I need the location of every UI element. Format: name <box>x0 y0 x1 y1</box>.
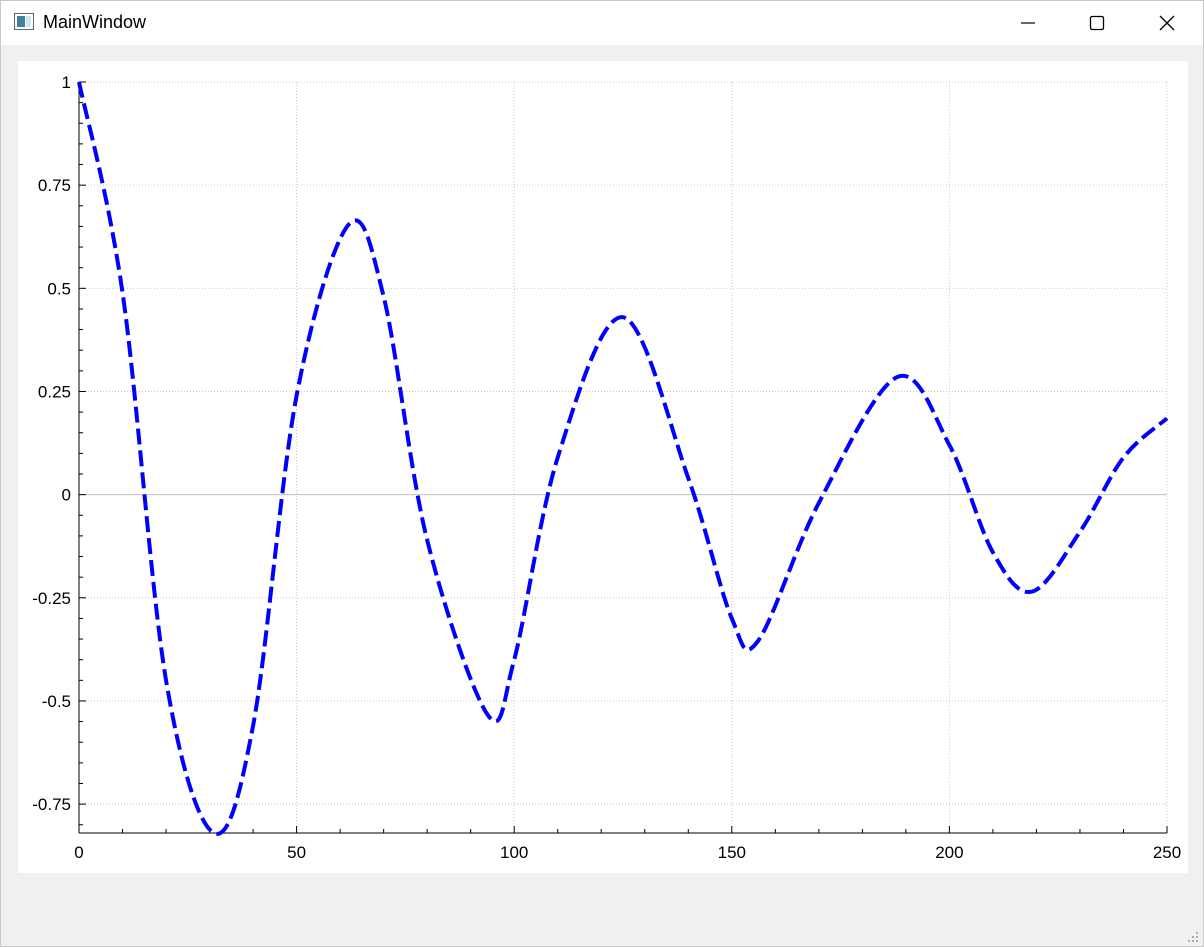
app-window-icon <box>14 13 34 30</box>
maximize-button[interactable] <box>1074 1 1120 45</box>
x-tick-label: 250 <box>1153 843 1181 862</box>
line-chart[interactable]: 0 50 100 150 200 250 1 0.75 0.5 0.25 0 -0.25 -0.5 -0.… <box>18 61 1188 873</box>
title-bar[interactable]: MainWindow <box>1 1 1203 45</box>
y-tick-label: 0.75 <box>38 176 71 195</box>
maximize-icon <box>1089 15 1105 31</box>
minimize-icon <box>1021 22 1035 24</box>
minimize-button[interactable] <box>1005 1 1051 45</box>
plot-panel[interactable]: 0 50 100 150 200 250 1 0.75 0.5 0.25 0 -0.25 -0.5 -0.… <box>18 61 1188 873</box>
y-tick-label: -0.75 <box>32 795 71 814</box>
x-tick-label: 150 <box>718 843 746 862</box>
y-tick-label: 0.5 <box>47 279 71 298</box>
y-tick-label: 0.25 <box>38 382 71 401</box>
resize-grip-icon[interactable] <box>1187 931 1199 943</box>
y-tick-label: 0 <box>62 486 71 505</box>
x-tick-label: 200 <box>935 843 963 862</box>
main-window: MainWindow 0 50 100 150 200 250 1 0.75 0.5 0.25 0 -… <box>0 0 1204 947</box>
y-tick-label: 1 <box>62 73 71 92</box>
close-button[interactable] <box>1144 1 1190 45</box>
series-line <box>77 81 1169 836</box>
y-tick-label: -0.5 <box>42 692 71 711</box>
close-icon <box>1159 15 1175 31</box>
y-tick-label: -0.25 <box>32 589 71 608</box>
x-tick-label: 50 <box>287 843 306 862</box>
x-tick-label: 0 <box>74 843 83 862</box>
x-tick-label: 100 <box>500 843 528 862</box>
window-title: MainWindow <box>43 12 147 32</box>
